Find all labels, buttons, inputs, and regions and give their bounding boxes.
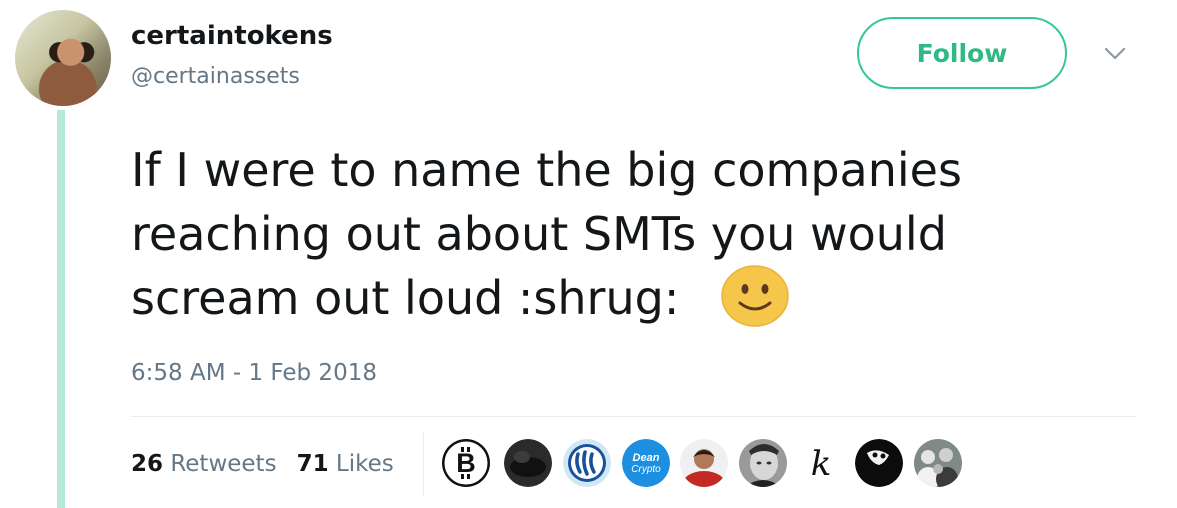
stats-divider xyxy=(423,432,424,496)
svg-text:Dean: Dean xyxy=(633,452,660,464)
retweets-label: Retweets xyxy=(170,451,277,477)
grayscale-face-avatar[interactable] xyxy=(739,439,787,487)
smiling-face-icon xyxy=(721,265,789,327)
dean-crypto-logo-icon[interactable]: Dean Crypto xyxy=(622,439,670,487)
svg-text:Crypto: Crypto xyxy=(631,464,661,475)
likes-stat[interactable]: 71 Likes xyxy=(297,447,394,481)
retweets-stat[interactable]: 26 Retweets xyxy=(131,447,277,481)
engagement-stats: 26 Retweets 71 Likes xyxy=(131,447,394,481)
dark-avatar-icon[interactable] xyxy=(504,439,552,487)
chevron-down-icon[interactable] xyxy=(1103,45,1127,63)
divider xyxy=(131,416,1136,417)
follow-button[interactable]: Follow xyxy=(857,17,1067,89)
tweet-timestamp[interactable]: 6:58 AM - 1 Feb 2018 xyxy=(131,357,377,389)
group-photo-avatar[interactable] xyxy=(914,439,962,487)
bitcoin-logo-icon[interactable]: B xyxy=(442,439,490,487)
steem-logo-icon[interactable] xyxy=(563,439,611,487)
red-shirt-person-avatar[interactable] xyxy=(680,439,728,487)
likes-count: 71 xyxy=(296,451,329,477)
k-logo-icon[interactable]: k xyxy=(797,439,845,487)
svg-text:B: B xyxy=(456,448,476,478)
user-handle[interactable]: @certainassets xyxy=(131,63,300,91)
thread-line xyxy=(57,110,65,508)
avatar[interactable] xyxy=(15,10,111,106)
black-white-avatar[interactable] xyxy=(855,439,903,487)
retweets-count: 26 xyxy=(131,451,164,477)
svg-text:k: k xyxy=(811,444,832,484)
likes-label: Likes xyxy=(335,451,394,477)
display-name[interactable]: certaintokens xyxy=(131,20,333,52)
tweet-text: If I were to name the big companies reac… xyxy=(131,143,962,325)
